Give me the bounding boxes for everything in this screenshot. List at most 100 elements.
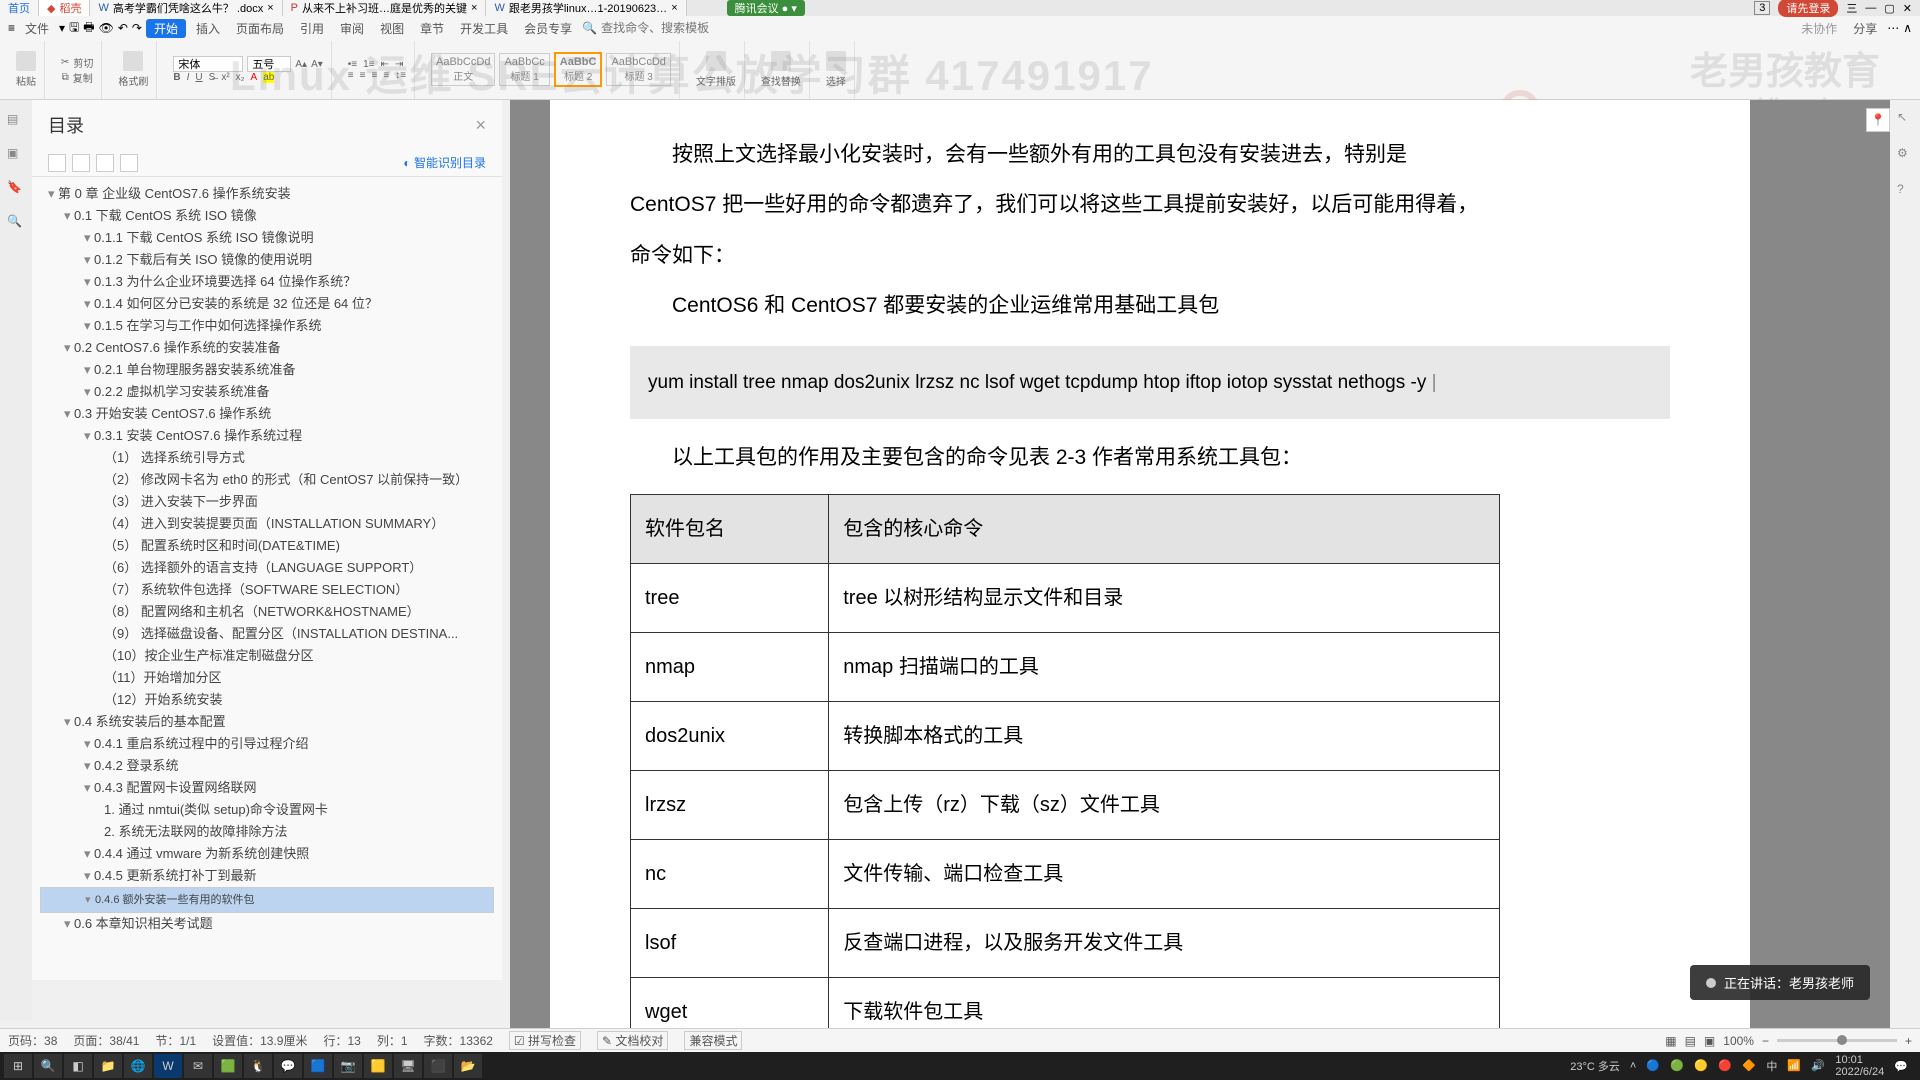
- outline-item[interactable]: （4） 进入到安装提要页面（INSTALLATION SUMMARY）: [40, 513, 494, 535]
- menu-dev[interactable]: 开发工具: [454, 20, 514, 37]
- clock[interactable]: 10:012022/6/24: [1835, 1054, 1884, 1078]
- outline-tool-4[interactable]: [120, 154, 138, 172]
- menu-file[interactable]: 文件: [19, 20, 55, 37]
- numbering-icon[interactable]: 1≡: [363, 59, 374, 70]
- wifi-icon[interactable]: 📶: [1787, 1059, 1801, 1073]
- outline-item[interactable]: （10）按企业生产标准定制磁盘分区: [40, 645, 494, 667]
- outline-item[interactable]: （12）开始系统安装: [40, 689, 494, 711]
- menu-icon[interactable]: 三: [1846, 0, 1857, 16]
- weather[interactable]: 23°C 多云: [1570, 1058, 1620, 1074]
- zoom-label[interactable]: 100%: [1723, 1034, 1754, 1048]
- coop-status[interactable]: 未协作: [1795, 20, 1843, 37]
- start-button[interactable]: ⊞: [4, 1054, 32, 1078]
- location-pin-icon[interactable]: 📍: [1866, 108, 1890, 132]
- indent-dec-icon[interactable]: ⇤: [381, 59, 389, 70]
- tray-up-icon[interactable]: ˄: [1630, 1060, 1636, 1072]
- style-h2[interactable]: AaBbC标题 2: [554, 52, 603, 87]
- textwrap-group[interactable]: 文字排版: [688, 41, 745, 99]
- tab-doc-1[interactable]: W高考学霸们凭啥这么牛？ .docx×: [90, 0, 282, 16]
- tab-daoke[interactable]: ◆稻壳: [39, 0, 90, 16]
- word-count[interactable]: 字数：13362: [424, 1032, 493, 1049]
- outline-tool-2[interactable]: [72, 154, 90, 172]
- zoom-in-icon[interactable]: +: [1905, 1034, 1912, 1048]
- tb-app[interactable]: 📷: [334, 1054, 362, 1078]
- outline-item[interactable]: （7） 系统软件包选择（SOFTWARE SELECTION）: [40, 579, 494, 601]
- tb-app-active[interactable]: W: [154, 1054, 182, 1078]
- outline-tool-3[interactable]: [96, 154, 114, 172]
- outline-item[interactable]: ▾0.1.5 在学习与工作中如何选择操作系统: [40, 315, 494, 337]
- menu-view[interactable]: 视图: [374, 20, 410, 37]
- superscript-icon[interactable]: x²: [221, 72, 229, 83]
- font-color-icon[interactable]: A: [251, 72, 258, 83]
- maximize-icon[interactable]: ▢: [1884, 2, 1894, 15]
- align-left-icon[interactable]: ≡: [348, 70, 354, 81]
- font-select[interactable]: [173, 56, 243, 72]
- tray-icon[interactable]: 🟡: [1694, 1059, 1708, 1073]
- share-button[interactable]: 分享: [1847, 20, 1883, 37]
- line-spacing-icon[interactable]: ↕≡: [395, 70, 406, 81]
- section[interactable]: 节：1/1: [155, 1032, 196, 1049]
- tb-app[interactable]: 🟦: [304, 1054, 332, 1078]
- tb-app[interactable]: 🟨: [364, 1054, 392, 1078]
- collapse-icon[interactable]: ∧: [1903, 21, 1912, 35]
- bookmark-icon[interactable]: 🔖: [7, 180, 25, 198]
- findrep-group[interactable]: 查找替换: [753, 41, 810, 99]
- outline-item[interactable]: ▾0.2.2 虚拟机学习安装系统准备: [40, 381, 494, 403]
- col-no[interactable]: 列：1: [377, 1032, 408, 1049]
- outline-item[interactable]: ▾0.1.3 为什么企业环境要选择 64 位操作系统？: [40, 271, 494, 293]
- style-normal[interactable]: AaBbCcDd正文: [431, 53, 495, 86]
- underline-icon[interactable]: U: [195, 72, 202, 83]
- outline-item[interactable]: ▾0.2 CentOS7.6 操作系统的安装准备: [40, 337, 494, 359]
- outline-icon[interactable]: ▤: [7, 112, 25, 130]
- align-justify-icon[interactable]: ≡: [383, 70, 389, 81]
- outline-item[interactable]: ▾0.4.6 额外安装一些有用的软件包: [40, 887, 494, 913]
- outline-item[interactable]: ▾0.1.1 下载 CentOS 系统 ISO 镜像说明: [40, 227, 494, 249]
- page-count[interactable]: 页面：38/41: [73, 1032, 139, 1049]
- style-h3[interactable]: AaBbCcDd标题 3: [606, 53, 670, 86]
- outline-item[interactable]: （11）开始增加分区: [40, 667, 494, 689]
- tray-icon[interactable]: 🔵: [1646, 1059, 1660, 1073]
- outline-item[interactable]: ▾0.1 下载 CentOS 系统 ISO 镜像: [40, 205, 494, 227]
- shrink-font-icon[interactable]: A▾: [311, 59, 323, 70]
- bold-icon[interactable]: B: [173, 72, 180, 83]
- grow-font-icon[interactable]: A▴: [295, 59, 307, 70]
- search-input[interactable]: [601, 21, 801, 35]
- menu-review[interactable]: 审阅: [334, 20, 370, 37]
- outline-item[interactable]: （8） 配置网络和主机名（NETWORK&HOSTNAME）: [40, 601, 494, 623]
- help-icon[interactable]: ?: [1897, 182, 1915, 200]
- tb-app[interactable]: 📁: [94, 1054, 122, 1078]
- select-group[interactable]: 选择: [818, 41, 855, 99]
- clipboard-icon[interactable]: ▣: [7, 146, 25, 164]
- menu-member[interactable]: 会员专享: [518, 20, 578, 37]
- close-icon[interactable]: ×: [475, 115, 486, 136]
- outline-item[interactable]: ▾0.1.4 如何区分已安装的系统是 32 位还是 64 位？: [40, 293, 494, 315]
- outline-item[interactable]: ▾0.1.2 下载后有关 ISO 镜像的使用说明: [40, 249, 494, 271]
- outline-item[interactable]: 1. 通过 nmtui(类似 setup)命令设置网卡: [40, 799, 494, 821]
- outline-item[interactable]: （9） 选择磁盘设备、配置分区（INSTALLATION DESTINA...: [40, 623, 494, 645]
- align-center-icon[interactable]: ≡: [360, 70, 366, 81]
- search-side-icon[interactable]: 🔍: [7, 214, 25, 232]
- highlight-icon[interactable]: ab: [263, 72, 274, 83]
- tab-doc-3[interactable]: W跟老男孩学linux…1-20190623…×: [486, 0, 686, 16]
- save-icon[interactable]: 🖫: [69, 18, 79, 39]
- view-mode-icon[interactable]: ▦: [1665, 1034, 1676, 1048]
- close-icon[interactable]: ✕: [1903, 2, 1912, 15]
- cut-icon[interactable]: ✂: [61, 57, 69, 68]
- taskview-button[interactable]: ◧: [64, 1054, 92, 1078]
- tb-app[interactable]: 🌐: [124, 1054, 152, 1078]
- menu-pagelayout[interactable]: 页面布局: [230, 20, 290, 37]
- italic-icon[interactable]: I: [187, 72, 190, 83]
- tb-app[interactable]: ✉: [184, 1054, 212, 1078]
- outline-item[interactable]: ▾0.4.4 通过 vmware 为新系统创建快照: [40, 843, 494, 865]
- close-icon[interactable]: ×: [267, 2, 273, 14]
- document-area[interactable]: 按照上文选择最小化安装时，会有一些额外有用的工具包没有安装进去，特别是 Cent…: [510, 100, 1890, 1040]
- volume-icon[interactable]: 🔊: [1811, 1059, 1825, 1073]
- menu-insert[interactable]: 插入: [190, 20, 226, 37]
- outline-item[interactable]: ▾0.6 本章知识相关考试题: [40, 913, 494, 935]
- outline-item[interactable]: （5） 配置系统时区和时间(DATE&TIME): [40, 535, 494, 557]
- line-no[interactable]: 行：13: [323, 1032, 360, 1049]
- settings-icon[interactable]: ⚙: [1897, 146, 1915, 164]
- tray-icon[interactable]: 🔶: [1742, 1059, 1756, 1073]
- tab-doc-2[interactable]: P从来不上补习班…庭是优秀的关键×: [283, 0, 487, 16]
- tb-app[interactable]: 🟩: [214, 1054, 242, 1078]
